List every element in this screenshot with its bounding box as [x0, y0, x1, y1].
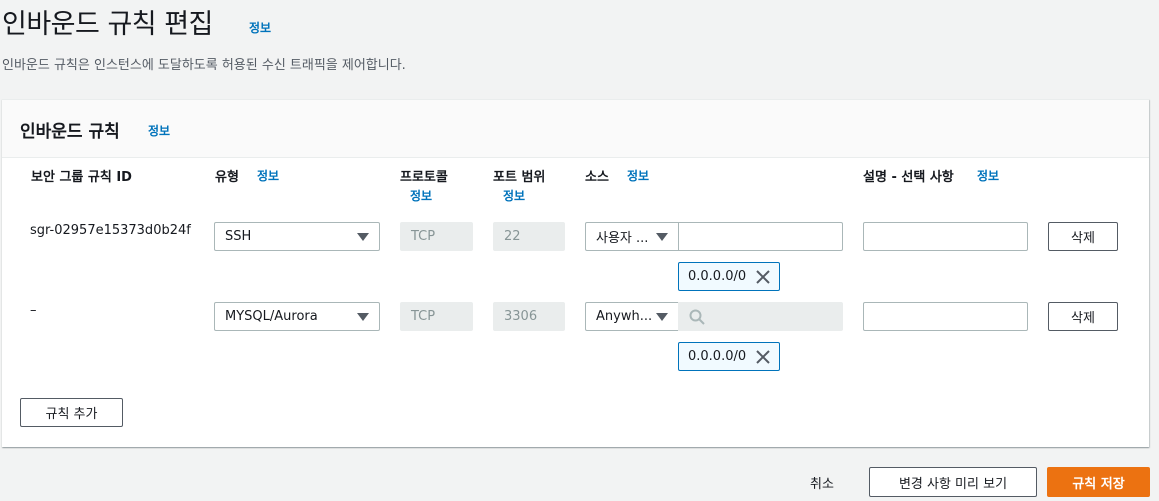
port-range-value: 3306	[504, 309, 538, 324]
port-range-field: 22	[493, 222, 565, 251]
column-header-port-range: 포트 범위	[493, 170, 546, 185]
source-search-input	[678, 302, 843, 331]
delete-button[interactable]: 삭제	[1048, 302, 1118, 331]
source-type-select[interactable]: 사용자 ...	[585, 222, 679, 251]
description-input[interactable]	[863, 222, 1028, 251]
column-header-type: 유형	[215, 170, 239, 185]
preview-changes-button[interactable]: 변경 사항 미리 보기	[869, 467, 1037, 497]
source-token-value: 0.0.0.0/0	[688, 269, 747, 284]
close-icon[interactable]	[756, 269, 770, 284]
page-description: 인바운드 규칙은 인스턴스에 도달하도록 허용된 수신 트래픽을 제어합니다.	[2, 58, 406, 73]
caret-down-icon	[656, 232, 668, 241]
source-token-value: 0.0.0.0/0	[688, 349, 747, 364]
column-type-info-link[interactable]: 정보	[257, 167, 279, 184]
panel-header: 인바운드 규칙 정보	[2, 100, 1149, 158]
type-select-value: SSH	[225, 229, 252, 244]
protocol-field: TCP	[400, 302, 473, 331]
caret-down-icon	[656, 312, 668, 321]
source-search-input[interactable]	[678, 222, 865, 251]
source-token: 0.0.0.0/0	[678, 262, 780, 291]
port-range-field: 3306	[493, 302, 565, 331]
type-select[interactable]: SSH	[214, 222, 380, 251]
column-source-info-link[interactable]: 정보	[627, 167, 649, 184]
column-protocol-info-link[interactable]: 정보	[410, 187, 432, 204]
column-port-info-link[interactable]: 정보	[503, 187, 525, 204]
close-icon[interactable]	[756, 349, 770, 364]
panel-title: 인바운드 규칙	[20, 122, 120, 142]
protocol-value: TCP	[411, 309, 436, 324]
protocol-value: TCP	[411, 229, 436, 244]
panel-title-info-link[interactable]: 정보	[148, 122, 170, 139]
column-header-description: 설명 - 선택 사항	[863, 170, 954, 185]
type-select[interactable]: MYSQL/Aurora	[214, 302, 380, 331]
page-title: 인바운드 규칙 편집	[2, 9, 213, 40]
column-description-info-link[interactable]: 정보	[977, 167, 999, 184]
rule-id: –	[30, 303, 37, 318]
source-type-value: Anywh...	[596, 309, 652, 324]
source-search-field[interactable]	[695, 229, 865, 244]
source-token: 0.0.0.0/0	[678, 342, 780, 371]
port-range-value: 22	[504, 229, 521, 244]
save-rules-button[interactable]: 규칙 저장	[1047, 467, 1150, 497]
source-type-select[interactable]: Anywh...	[585, 302, 679, 331]
cancel-button[interactable]: 취소	[810, 473, 834, 492]
rule-id: sgr-02957e15373d0b24f	[30, 223, 191, 238]
caret-down-icon	[357, 232, 369, 241]
description-input[interactable]	[863, 302, 1028, 331]
page-title-info-link[interactable]: 정보	[249, 19, 271, 36]
column-header-rule-id: 보안 그룹 규칙 ID	[31, 170, 132, 185]
delete-button[interactable]: 삭제	[1048, 222, 1118, 251]
search-icon	[689, 309, 705, 325]
add-rule-button[interactable]: 규칙 추가	[20, 398, 123, 427]
protocol-field: TCP	[400, 222, 473, 251]
type-select-value: MYSQL/Aurora	[225, 309, 318, 324]
caret-down-icon	[357, 312, 369, 321]
source-type-value: 사용자 ...	[596, 231, 649, 246]
inbound-rules-panel: 인바운드 규칙 정보 보안 그룹 규칙 ID 유형 정보 프로토콜 정보 포트 …	[2, 99, 1149, 447]
column-header-protocol: 프로토콜	[400, 170, 448, 185]
column-header-source: 소스	[585, 170, 609, 185]
